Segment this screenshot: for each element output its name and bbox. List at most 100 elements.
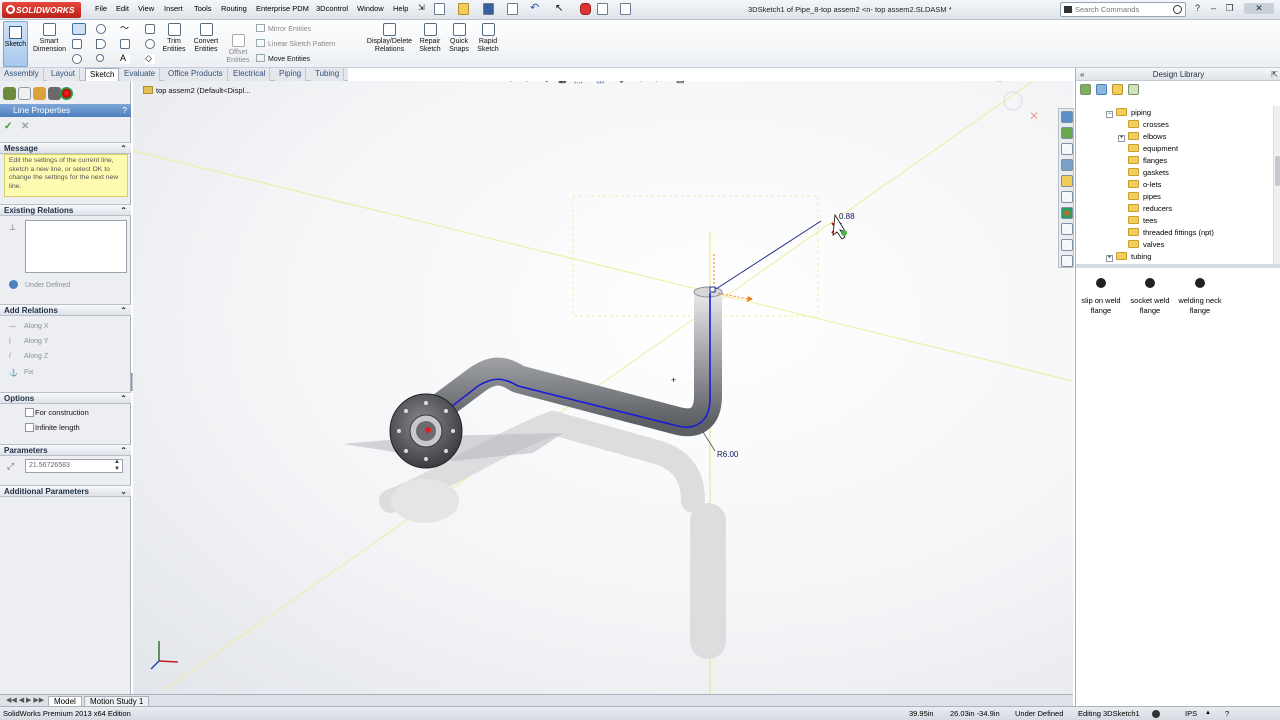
tree-item-reducers[interactable]: reducers [1128, 203, 1172, 215]
home-icon[interactable] [1061, 143, 1073, 155]
save-icon[interactable] [483, 3, 494, 15]
confirmation-cancel-icon[interactable]: ✕ [1029, 109, 1039, 123]
pipe-body[interactable] [422, 293, 722, 437]
text-tool-icon[interactable]: A [120, 54, 130, 64]
length-input[interactable]: 21.56726583 ▲ ▼ [25, 459, 123, 473]
slot-tool-icon[interactable] [96, 39, 106, 49]
menu-tools[interactable]: Tools [194, 4, 212, 13]
design-library-tab-icon[interactable] [1061, 127, 1073, 139]
message-section-header[interactable]: Message ⌃ [0, 142, 131, 154]
quick-snaps-button[interactable]: Quick Snaps [446, 23, 472, 54]
additional-parameters-section-header[interactable]: Additional Parameters ⌄ [0, 485, 131, 497]
collapse-chevron-icon[interactable]: ⌃ [120, 393, 127, 404]
tree-item-o-lets[interactable]: o-lets [1128, 179, 1161, 191]
scrollbar-thumb[interactable] [1275, 156, 1280, 186]
display-manager-icon[interactable] [60, 87, 73, 100]
menu-routing[interactable]: Routing [221, 4, 247, 13]
custom-properties-icon[interactable] [1061, 223, 1073, 235]
help-dropdown-icon[interactable]: ? [1192, 3, 1203, 14]
search-input[interactable] [1075, 5, 1171, 14]
status-help-icon[interactable]: ? [1225, 707, 1229, 720]
ellipse-tool-icon[interactable] [145, 39, 155, 49]
model-scene[interactable]: + [133, 81, 1073, 694]
polygon-tool-icon[interactable] [120, 39, 130, 49]
open-folder-icon[interactable] [458, 3, 469, 15]
tab-piping[interactable]: Piping [275, 68, 307, 81]
convert-entities-button[interactable]: Convert Entities [190, 23, 222, 54]
print-icon[interactable] [507, 3, 518, 15]
infinite-length-checkbox[interactable] [25, 423, 34, 432]
for-construction-checkbox[interactable] [25, 408, 34, 417]
existing-relations-list[interactable] [25, 220, 127, 273]
solidworks-resources-icon[interactable] [1061, 111, 1073, 123]
expand-chevron-icon[interactable]: ⌄ [120, 486, 127, 497]
spline-tool-icon[interactable]: 〜 [120, 24, 130, 34]
offset-entities-button[interactable]: Offset Entities [224, 34, 252, 65]
relation-along-y[interactable]: Along Y [24, 338, 48, 345]
library-splitter[interactable] [1076, 264, 1280, 268]
rebuild-status-icon[interactable] [1152, 710, 1160, 718]
ok-check-icon[interactable]: ✓ [4, 121, 12, 132]
tab-assembly[interactable]: Assembly [0, 68, 44, 81]
search-tab-icon[interactable] [1061, 191, 1073, 203]
forum-icon[interactable] [1061, 239, 1073, 251]
options-icon[interactable] [620, 3, 631, 15]
file-properties-icon[interactable] [597, 3, 608, 15]
menu-edit[interactable]: Edit [116, 4, 129, 13]
collapse-chevron-icon[interactable]: ⌃ [120, 445, 127, 456]
move-entities-button[interactable]: Move Entities [256, 54, 310, 63]
parameters-section-header[interactable]: Parameters ⌃ [0, 444, 131, 456]
trim-entities-button[interactable]: Trim Entities [160, 23, 188, 54]
circle-tool-icon[interactable] [96, 24, 106, 34]
tree-item-threaded-fittings[interactable]: threaded fittings (npt) [1128, 227, 1214, 239]
collapse-chevron-icon[interactable]: ⌃ [120, 305, 127, 316]
collapse-chevron-icon[interactable]: ⌃ [120, 143, 127, 154]
restore-icon[interactable]: ❐ [1224, 3, 1235, 14]
tab-evaluate[interactable]: Evaluate [120, 68, 161, 81]
display-delete-relations-button[interactable]: Display/Delete Relations [362, 23, 417, 54]
library-item-slip-on-weld-flange[interactable]: slip on weld flange [1076, 278, 1126, 316]
tree-item-flanges[interactable]: flanges [1128, 155, 1167, 167]
menu-view[interactable]: View [138, 4, 154, 13]
collapse-chevron-icon[interactable]: ⌃ [120, 205, 127, 216]
property-manager-icon[interactable] [18, 87, 31, 100]
active-sketch-line[interactable] [715, 220, 822, 290]
tab-electrical[interactable]: Electrical [229, 68, 271, 81]
sketch-button[interactable]: Sketch [3, 21, 28, 67]
menu-3dcontrol[interactable]: 3Dcontrol [316, 4, 348, 13]
menu-file[interactable]: File [95, 4, 107, 13]
menu-enterprise-pdm[interactable]: Enterprise PDM [256, 4, 309, 13]
tree-item-piping[interactable]: − piping [1106, 107, 1151, 119]
pin-icon[interactable]: ⇲ [418, 3, 426, 15]
options-section-header[interactable]: Options ⌃ [0, 392, 131, 404]
tab-scroll-arrows-icon[interactable]: ◀◀ ◀ ▶ ▶▶ [6, 696, 44, 704]
auto-show-pin-icon[interactable]: ⇱ [1271, 68, 1278, 81]
search-commands-box[interactable] [1060, 2, 1186, 17]
file-explorer-icon[interactable] [1061, 175, 1073, 187]
expand-toggle-icon[interactable]: + [1106, 255, 1113, 262]
library-item-socket-weld-flange[interactable]: socket weld flange [1125, 278, 1175, 316]
tab-tubing[interactable]: Tubing [311, 68, 345, 81]
tree-scrollbar[interactable] [1273, 106, 1280, 264]
new-document-icon[interactable] [434, 3, 445, 15]
relation-along-z[interactable]: Along Z [24, 353, 48, 360]
tree-item-elbows[interactable]: + elbows [1118, 131, 1166, 143]
add-to-library-icon[interactable] [1080, 84, 1091, 95]
tree-item-pipes[interactable]: pipes [1128, 191, 1161, 203]
repair-sketch-button[interactable]: Repair Sketch [416, 23, 444, 54]
task-scheduler-icon[interactable] [1061, 255, 1073, 267]
configuration-manager-icon[interactable] [33, 87, 46, 100]
relation-fix[interactable]: Fix [24, 369, 33, 376]
line-endpoint-handle[interactable] [709, 286, 716, 293]
tree-item-valves[interactable]: valves [1128, 239, 1164, 251]
relation-along-x[interactable]: Along X [24, 323, 49, 330]
select-arrow-icon[interactable]: ↖ [555, 3, 566, 15]
close-window-icon[interactable]: ✕ [1244, 3, 1274, 14]
rectangle-tool-icon[interactable] [72, 39, 82, 49]
rapid-sketch-button[interactable]: Rapid Sketch [474, 23, 502, 54]
create-new-folder-icon[interactable] [1112, 84, 1123, 95]
collapse-panel-icon[interactable]: « [1080, 68, 1084, 81]
tab-sketch[interactable]: Sketch [85, 68, 120, 81]
tree-item-tubing[interactable]: + tubing [1106, 251, 1151, 263]
smart-select-icon[interactable] [145, 24, 155, 34]
